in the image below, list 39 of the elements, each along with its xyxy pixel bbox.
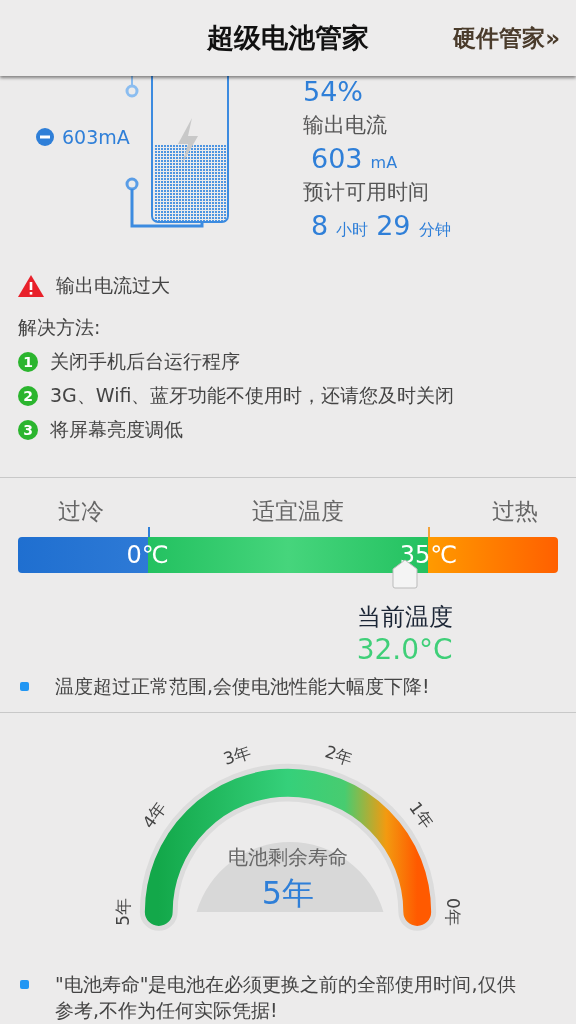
battery-percent: 54% bbox=[303, 76, 364, 107]
unit-label: 分钟 bbox=[418, 220, 451, 241]
minutes-value: 29 bbox=[376, 210, 411, 241]
gauge-scale-label: 1年 bbox=[405, 798, 438, 833]
hours-value: 8 bbox=[311, 210, 329, 241]
current-temperature-value: 32.0°C bbox=[356, 632, 453, 666]
temperature-zone-label: 适宜温度 bbox=[252, 496, 344, 526]
temperature-zone-label: 过热 bbox=[492, 496, 538, 526]
step-number: 2 bbox=[18, 385, 38, 406]
output-current-label: 输出电流 bbox=[303, 112, 388, 139]
warning-icon bbox=[18, 274, 44, 297]
gauge-label: 电池剩余寿命 bbox=[228, 846, 348, 870]
gauge-scale-label: 4年 bbox=[138, 798, 171, 833]
temperature-zone-label: 过冷 bbox=[58, 496, 104, 526]
gauge-value: 5年 bbox=[261, 874, 315, 913]
minus-icon bbox=[36, 128, 54, 146]
tick-mark bbox=[428, 526, 431, 537]
tick-mark bbox=[147, 526, 150, 537]
gauge-scale-label: 0年 bbox=[443, 898, 464, 926]
gauge-scale-label: 2年 bbox=[322, 741, 356, 769]
unit-label: 小时 bbox=[336, 220, 369, 241]
solution-text: 关闭手机后台运行程序 bbox=[50, 348, 240, 374]
hardware-manager-link[interactable]: 硬件管家» bbox=[453, 22, 560, 54]
solution-text: 3G、Wifi、蓝牙功能不使用时，还请您及时关闭 bbox=[50, 382, 455, 408]
current-reading: 603mA bbox=[62, 126, 130, 148]
app-title: 超级电池管家 bbox=[207, 21, 369, 55]
gauge-scale-label: 5年 bbox=[112, 898, 133, 926]
warning-text: 输出电流过大 bbox=[56, 272, 170, 298]
solution-text: 将屏幕亮度调低 bbox=[50, 416, 183, 442]
solution-heading: 解决方法: bbox=[18, 314, 102, 340]
unit-label: mA bbox=[370, 153, 398, 172]
remaining-time-label: 预计可用时间 bbox=[303, 179, 430, 206]
output-current-value: 603 bbox=[311, 143, 363, 174]
temperature-note: 温度超过正常范围,会使电池性能大幅度下降! bbox=[55, 674, 430, 700]
gauge-scale-label: 3年 bbox=[220, 741, 254, 769]
step-number: 3 bbox=[18, 419, 38, 440]
current-temperature-label: 当前温度 bbox=[356, 601, 453, 633]
step-number: 1 bbox=[18, 351, 38, 372]
battery-life-note: "电池寿命"是电池在必须更换之前的全部使用时间,仅供参考,不作为任何实际凭据! bbox=[55, 972, 517, 1023]
